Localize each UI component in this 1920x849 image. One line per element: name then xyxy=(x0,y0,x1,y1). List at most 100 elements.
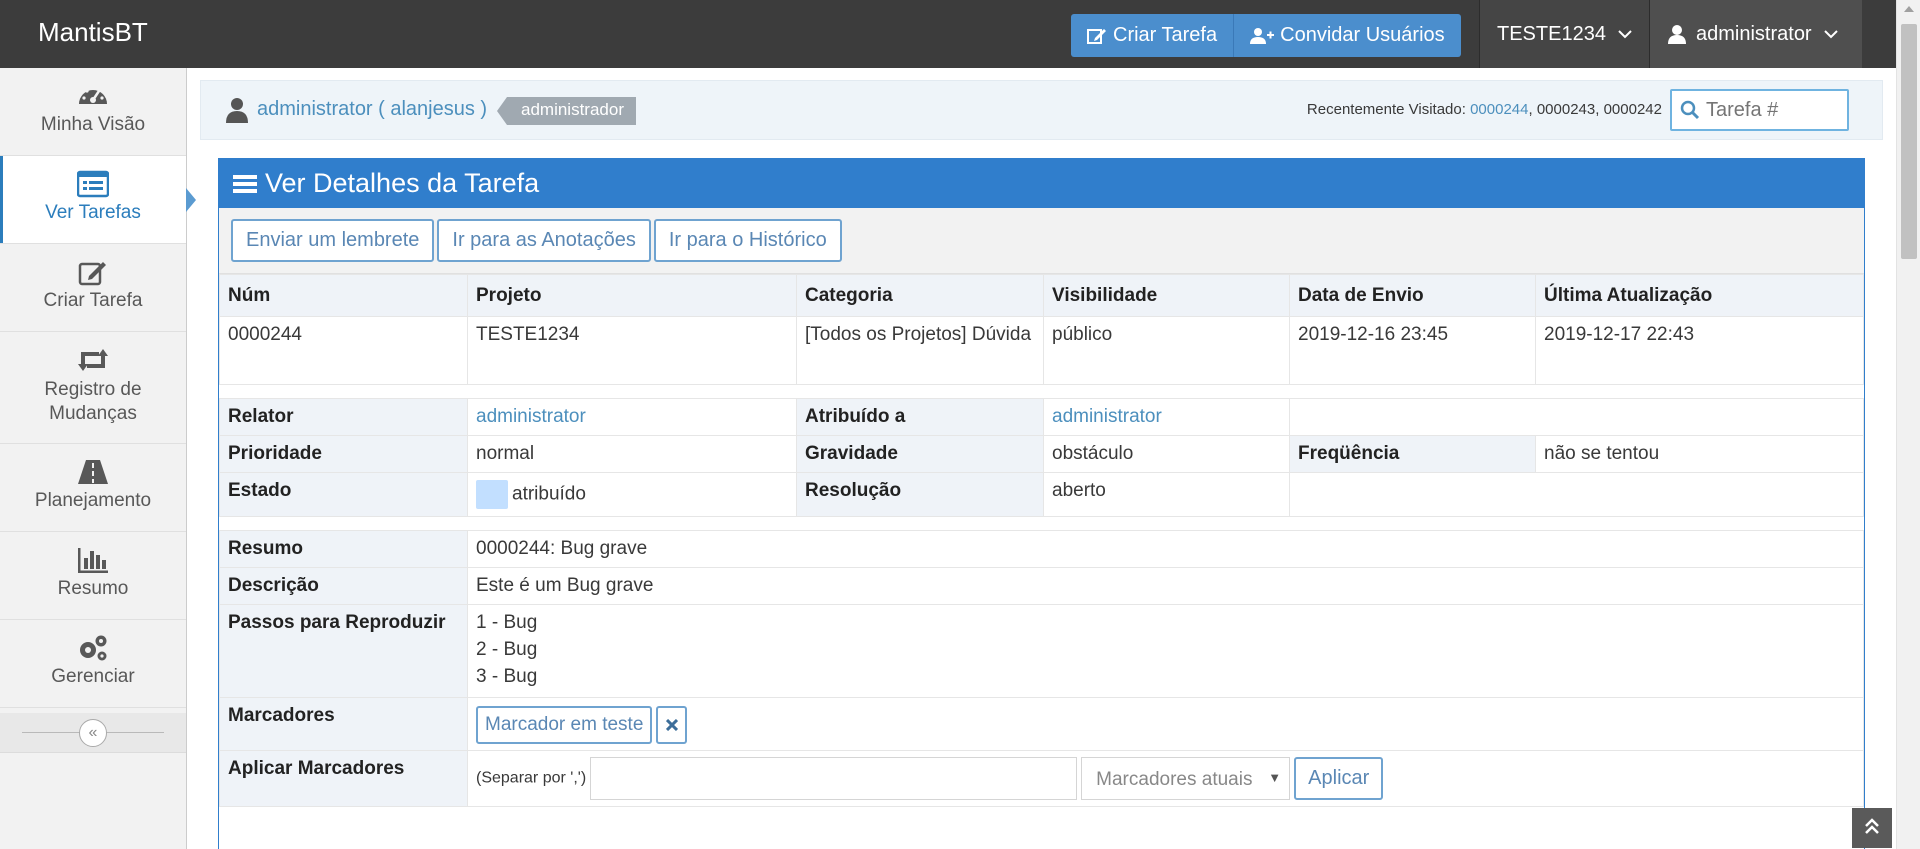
project-selector[interactable]: TESTE1234 xyxy=(1479,0,1649,68)
create-task-button[interactable]: Criar Tarefa xyxy=(1071,14,1235,57)
apply-tags-hint: (Separar por ',') xyxy=(476,769,587,787)
summary-label: Resumo xyxy=(219,530,468,568)
task-details-widget: Ver Detalhes da Tarefa Enviar um lembret… xyxy=(218,158,1865,849)
resolution-value: aberto xyxy=(1043,472,1290,517)
empty-cell xyxy=(1289,398,1864,436)
jump-to-history-button[interactable]: Ir para o Histórico xyxy=(653,219,842,262)
widget-toolbar: Enviar um lembrete Ir para as Anotações … xyxy=(219,208,1864,274)
column-header: Visibilidade xyxy=(1043,274,1290,317)
chevron-down-icon xyxy=(1618,29,1632,38)
user-name: administrator xyxy=(1696,22,1812,45)
table-row: 0000244 TESTE1234 [Todos os Projetos] Dú… xyxy=(219,316,1864,385)
frequency-label: Freqüência xyxy=(1289,435,1536,473)
sidebar-item-roadmap[interactable]: Planejamento xyxy=(0,444,186,532)
breadcrumb-user-link[interactable]: administrator ( alanjesus ) xyxy=(257,98,487,121)
recently-visited: Recentemente Visitado: 0000244, 0000243,… xyxy=(1306,101,1662,118)
user-icon xyxy=(226,98,248,123)
user-plus-icon xyxy=(1250,27,1275,44)
tag-button[interactable]: Marcador em teste xyxy=(476,706,653,744)
sidebar-item-label: Ver Tarefas xyxy=(45,202,141,223)
sidebar-item-label: Registro de Mudanças xyxy=(44,379,142,424)
double-chevron-up-icon xyxy=(1865,818,1879,834)
tag-input[interactable] xyxy=(590,757,1078,800)
send-reminder-button[interactable]: Enviar um lembrete xyxy=(231,219,435,262)
steps-value: 1 - Bug 2 - Bug 3 - Bug xyxy=(467,604,1864,698)
page-scrollbar[interactable] xyxy=(1896,0,1920,849)
close-icon xyxy=(665,718,678,732)
sidebar-item-view-tasks[interactable]: Ver Tarefas xyxy=(0,156,196,244)
sidebar-item-label: Minha Visão xyxy=(40,114,146,135)
search-icon xyxy=(1680,100,1700,120)
scroll-to-top-button[interactable] xyxy=(1852,808,1892,848)
priority-label: Prioridade xyxy=(219,435,468,473)
recent-item[interactable]: 0000243 xyxy=(1537,101,1595,118)
table-row: Passos para Reproduzir 1 - Bug 2 - Bug 3… xyxy=(219,604,1864,698)
apply-tags-button[interactable]: Aplicar xyxy=(1294,757,1384,800)
recent-link[interactable]: 0000244 xyxy=(1470,101,1528,118)
spacer-row xyxy=(219,384,1864,399)
assigned-label: Atribuído a xyxy=(796,398,1044,436)
task-search xyxy=(1670,89,1849,131)
user-menu[interactable]: administrator xyxy=(1649,0,1862,68)
reporter-link[interactable]: administrator xyxy=(476,406,586,427)
sidebar-item-summary[interactable]: Resumo xyxy=(0,532,186,620)
invite-users-label: Convidar Usuários xyxy=(1280,24,1445,46)
table-row: Descrição Este é um Bug grave xyxy=(219,567,1864,605)
scroll-up-arrow-icon[interactable] xyxy=(1904,6,1914,12)
sidebar-item-label: Resumo xyxy=(57,578,129,599)
project-name: TESTE1234 xyxy=(1497,22,1606,45)
apply-tags-label: Aplicar Marcadores xyxy=(219,750,468,807)
invite-users-button[interactable]: Convidar Usuários xyxy=(1234,14,1461,57)
edit-icon xyxy=(78,262,106,286)
priority-value: normal xyxy=(467,435,797,473)
remove-tag-button[interactable] xyxy=(656,706,688,744)
dashboard-icon xyxy=(79,86,107,104)
status-value: atribuído xyxy=(512,483,586,505)
table-row: Prioridade normal Gravidade obstáculo Fr… xyxy=(219,435,1864,473)
sidebar-item-changelog[interactable]: Registro de Mudanças xyxy=(0,332,186,444)
scrollbar-thumb[interactable] xyxy=(1901,24,1917,259)
table-row: Relator administrator Atribuído a admini… xyxy=(219,398,1864,436)
recently-visited-label: Recentemente Visitado: xyxy=(1306,101,1466,118)
sidebar-item-manage[interactable]: Gerenciar xyxy=(0,620,186,708)
task-category: [Todos os Projetos] Dúvida xyxy=(796,316,1044,385)
table-header-row: Núm Projeto Categoria Visibilidade Data … xyxy=(219,274,1864,317)
sidebar-item-create-task[interactable]: Criar Tarefa xyxy=(0,244,186,332)
sidebar-item-label: Planejamento xyxy=(34,490,152,511)
step-line: 3 - Bug xyxy=(476,666,538,687)
status-color-swatch xyxy=(476,480,508,509)
summary-value: 0000244: Bug grave xyxy=(467,530,1864,568)
status-label: Estado xyxy=(219,472,468,517)
collapse-sidebar-button[interactable]: « xyxy=(79,719,107,747)
task-details-table: Núm Projeto Categoria Visibilidade Data … xyxy=(219,274,1864,807)
assigned-link[interactable]: administrator xyxy=(1052,406,1162,427)
list-icon xyxy=(77,170,109,198)
column-header: Núm xyxy=(219,274,468,317)
sidebar-item-my-view[interactable]: Minha Visão xyxy=(0,68,186,156)
sidebar-item-label: Criar Tarefa xyxy=(43,290,143,311)
breadcrumb: administrator ( alanjesus ) administrado… xyxy=(200,80,1883,140)
gears-icon xyxy=(80,635,107,661)
create-task-label: Criar Tarefa xyxy=(1113,24,1218,46)
brand-logo[interactable]: MantisBT xyxy=(38,17,148,48)
resolution-label: Resolução xyxy=(796,472,1044,517)
table-row: Resumo 0000244: Bug grave xyxy=(219,530,1864,568)
column-header: Data de Envio xyxy=(1289,274,1536,317)
retweet-icon xyxy=(78,349,108,371)
current-tags-select-value: Marcadores atuais xyxy=(1096,769,1253,790)
recent-item[interactable]: 0000242 xyxy=(1604,101,1662,118)
empty-cell xyxy=(1289,472,1864,517)
severity-value: obstáculo xyxy=(1043,435,1290,473)
frequency-value: não se tentou xyxy=(1535,435,1864,473)
reporter-label: Relator xyxy=(219,398,468,436)
task-visibility: público xyxy=(1043,316,1290,385)
step-line: 2 - Bug xyxy=(476,639,538,660)
jump-to-notes-button[interactable]: Ir para as Anotações xyxy=(437,219,651,262)
role-badge: administrador xyxy=(497,97,636,125)
sidebar-item-label: Gerenciar xyxy=(51,666,135,687)
task-search-input[interactable] xyxy=(1706,97,1842,123)
table-row: Marcadores Marcador em teste xyxy=(219,697,1864,751)
user-icon xyxy=(1668,25,1686,44)
bars-icon xyxy=(233,174,257,193)
current-tags-select[interactable]: Marcadores atuais ▼ xyxy=(1081,757,1291,800)
